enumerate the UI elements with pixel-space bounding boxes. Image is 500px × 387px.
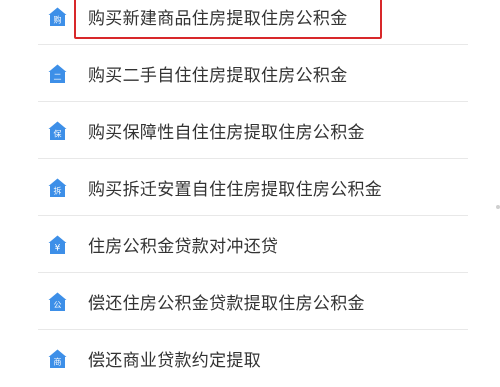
house-bao-icon: 保 bbox=[48, 121, 67, 141]
svg-text:公: 公 bbox=[54, 300, 62, 309]
list-item-label: 偿还住房公积金贷款提取住房公积金 bbox=[88, 294, 365, 314]
list-item-buy-second-hand-housing[interactable]: 二 购买二手自住住房提取住房公积金 bbox=[0, 45, 468, 102]
svg-text:二: 二 bbox=[54, 72, 62, 81]
svg-text:¥: ¥ bbox=[55, 243, 61, 253]
list-item-loan-offset-repayment[interactable]: ¥ 住房公积金贷款对冲还贷 bbox=[0, 216, 468, 273]
svg-text:商: 商 bbox=[54, 356, 62, 366]
list-item-label: 购买二手自住住房提取住房公积金 bbox=[88, 66, 348, 86]
list-item-label: 购买拆迁安置自住住房提取住房公积金 bbox=[88, 180, 383, 200]
svg-text:拆: 拆 bbox=[54, 185, 62, 195]
list-item-repay-commercial-loan[interactable]: 商 偿还商业贷款约定提取 bbox=[0, 330, 468, 387]
house-chai-icon: 拆 bbox=[48, 178, 67, 198]
list-item-buy-resettlement-housing[interactable]: 拆 购买拆迁安置自住住房提取住房公积金 bbox=[0, 159, 468, 216]
scroll-indicator bbox=[496, 205, 500, 209]
house-er-icon: 二 bbox=[48, 64, 67, 84]
list-item-label: 购买新建商品住房提取住房公积金 bbox=[88, 9, 348, 29]
house-gong-icon: 公 bbox=[48, 292, 67, 312]
house-shang-icon: 商 bbox=[48, 349, 67, 369]
withdrawal-option-list: 购 购买新建商品住房提取住房公积金 二 购买二手自住住房提取住房公积金 保 购买… bbox=[0, 0, 468, 387]
svg-text:保: 保 bbox=[54, 128, 62, 138]
list-item-buy-new-housing[interactable]: 购 购买新建商品住房提取住房公积金 bbox=[0, 0, 468, 45]
list-item-repay-fund-loan[interactable]: 公 偿还住房公积金贷款提取住房公积金 bbox=[0, 273, 468, 330]
list-item-label: 偿还商业贷款约定提取 bbox=[88, 351, 261, 371]
svg-text:购: 购 bbox=[54, 14, 62, 24]
house-gou-icon: 购 bbox=[48, 7, 67, 27]
house-yen-icon: ¥ bbox=[48, 235, 67, 255]
list-item-label: 购买保障性自住住房提取住房公积金 bbox=[88, 123, 365, 143]
list-item-buy-affordable-housing[interactable]: 保 购买保障性自住住房提取住房公积金 bbox=[0, 102, 468, 159]
list-item-label: 住房公积金贷款对冲还贷 bbox=[88, 237, 279, 257]
